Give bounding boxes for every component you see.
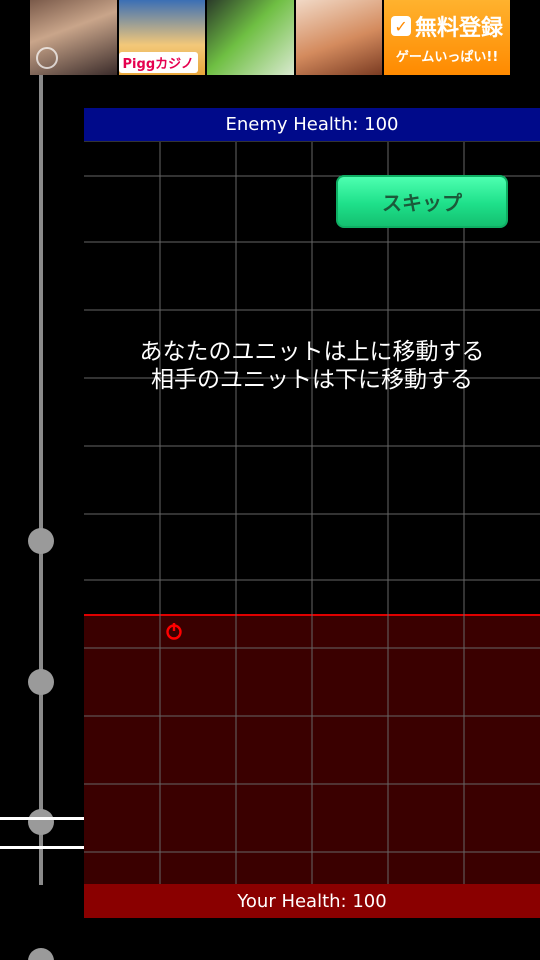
slider-knob[interactable] bbox=[28, 809, 54, 835]
selection-line-bottom bbox=[0, 846, 84, 849]
ad-thumb-4[interactable] bbox=[295, 0, 383, 75]
ad-thumb-1[interactable] bbox=[30, 0, 117, 75]
ad-thumb-3[interactable] bbox=[207, 0, 294, 75]
ad-cta-main: 無料登録 bbox=[415, 16, 504, 41]
skip-button[interactable]: スキップ bbox=[336, 175, 508, 228]
skip-button-label: スキップ bbox=[382, 191, 462, 215]
enemy-health-bar: Enemy Health: 100 bbox=[84, 108, 540, 142]
game-screen: Piggカジノ ✓ 無料登録 ゲームいっぱい!! Enemy Health: 1… bbox=[0, 0, 540, 960]
ad-piggu-label: Piggカジノ bbox=[118, 52, 198, 73]
check-icon: ✓ bbox=[391, 16, 412, 36]
ad-signup-button[interactable]: ✓ 無料登録 ゲームいっぱい!! bbox=[384, 0, 510, 75]
instructions-text: あなたのユニットは上に移動する 相手のユニットは下に移動する bbox=[139, 339, 485, 393]
your-health-label: Your Health: 100 bbox=[237, 890, 387, 912]
ad-thumb-2[interactable]: Piggカジノ bbox=[118, 0, 206, 75]
ad-cta-sub: ゲームいっぱい!! bbox=[395, 50, 499, 65]
enemy-health-label: Enemy Health: 100 bbox=[225, 114, 399, 135]
power-unit-icon[interactable] bbox=[165, 622, 183, 640]
ad-banner[interactable]: Piggカジノ ✓ 無料登録 ゲームいっぱい!! bbox=[30, 0, 510, 75]
board-grid bbox=[84, 142, 540, 884]
slider-knob[interactable] bbox=[28, 948, 54, 960]
lane-slider-track[interactable] bbox=[39, 75, 43, 885]
slider-knob[interactable] bbox=[28, 528, 54, 554]
ad-info-icon[interactable] bbox=[36, 47, 58, 69]
slider-knob[interactable] bbox=[28, 669, 54, 695]
your-health-bar: Your Health: 100 bbox=[84, 884, 540, 918]
selection-line-top bbox=[0, 817, 84, 820]
game-board[interactable]: スキップ あなたのユニットは上に移動する 相手のユニットは下に移動する bbox=[84, 142, 540, 884]
